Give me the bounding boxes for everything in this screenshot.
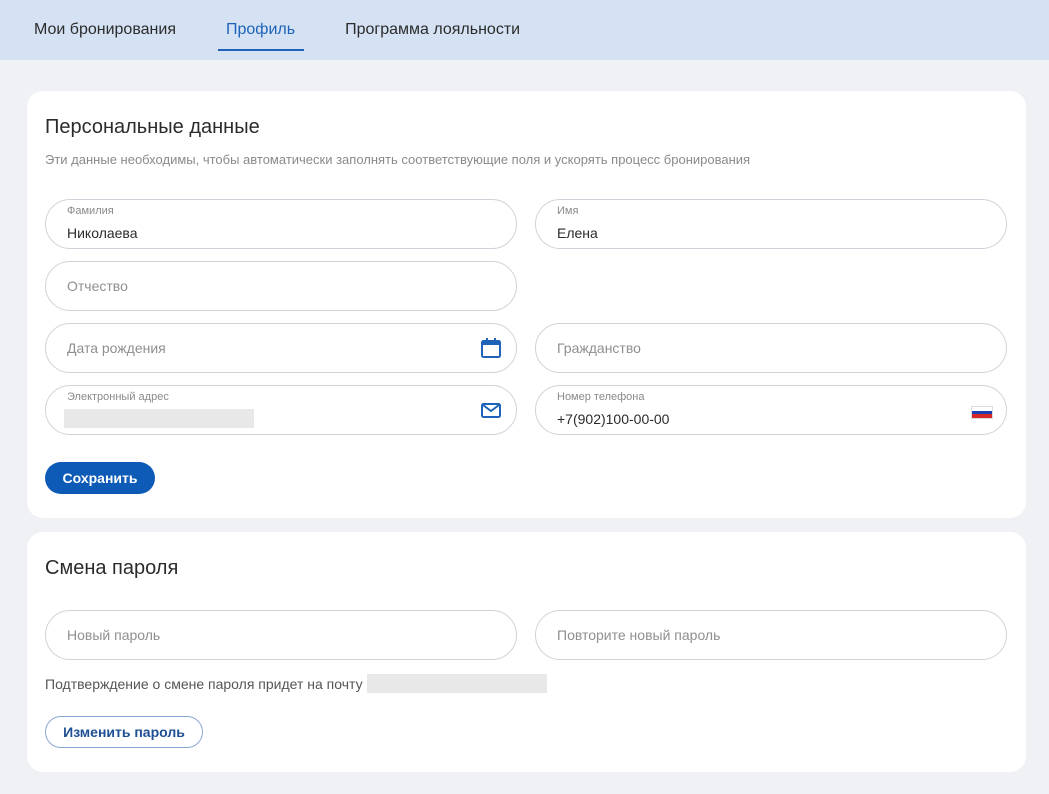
- tab-profile[interactable]: Профиль: [217, 0, 305, 51]
- birth-date-field[interactable]: Дата рождения: [45, 323, 517, 373]
- password-change-note-text: Подтверждение о смене пароля придет на п…: [45, 675, 363, 692]
- last-name-label: Фамилия: [67, 205, 114, 217]
- personal-data-subtitle: Эти данные необходимы, чтобы автоматичес…: [45, 152, 751, 167]
- mail-icon: [480, 399, 502, 421]
- password-change-title: Смена пароля: [45, 557, 179, 579]
- password-change-note: Подтверждение о смене пароля придет на п…: [45, 674, 547, 693]
- phone-value: +7(902)100-00-00: [557, 411, 670, 427]
- tab-loyalty-program[interactable]: Программа лояльности: [345, 0, 520, 51]
- new-password-field[interactable]: Новый пароль: [45, 610, 517, 660]
- citizenship-placeholder: Гражданство: [557, 340, 641, 356]
- last-name-field[interactable]: Фамилия Николаева: [45, 199, 517, 249]
- first-name-value: Елена: [557, 225, 598, 241]
- note-email-masked: [366, 674, 547, 693]
- middle-name-placeholder: Отчество: [67, 278, 128, 294]
- calendar-icon[interactable]: [480, 337, 502, 359]
- tab-my-bookings[interactable]: Мои бронирования: [34, 0, 176, 51]
- email-value-masked: [64, 409, 254, 428]
- last-name-value: Николаева: [67, 225, 138, 241]
- repeat-password-placeholder: Повторите новый пароль: [557, 627, 721, 643]
- email-label: Электронный адрес: [67, 391, 169, 403]
- change-password-button[interactable]: Изменить пароль: [45, 716, 203, 748]
- repeat-password-field[interactable]: Повторите новый пароль: [535, 610, 1007, 660]
- middle-name-field[interactable]: Отчество: [45, 261, 517, 311]
- save-button[interactable]: Сохранить: [45, 462, 155, 494]
- email-field[interactable]: Электронный адрес: [45, 385, 517, 435]
- first-name-label: Имя: [557, 205, 579, 217]
- birth-date-placeholder: Дата рождения: [67, 340, 166, 356]
- russia-flag-icon[interactable]: [971, 406, 993, 419]
- personal-data-card: Персональные данные Эти данные необходим…: [27, 91, 1026, 518]
- first-name-field[interactable]: Имя Елена: [535, 199, 1007, 249]
- new-password-placeholder: Новый пароль: [67, 627, 161, 643]
- top-navigation: Мои бронирования Профиль Программа лояль…: [0, 0, 1049, 60]
- citizenship-field[interactable]: Гражданство: [535, 323, 1007, 373]
- phone-label: Номер телефона: [557, 391, 645, 403]
- phone-field[interactable]: Номер телефона +7(902)100-00-00: [535, 385, 1007, 435]
- password-change-card: Смена пароля Новый пароль Повторите новы…: [27, 532, 1026, 772]
- personal-data-title: Персональные данные: [45, 116, 260, 138]
